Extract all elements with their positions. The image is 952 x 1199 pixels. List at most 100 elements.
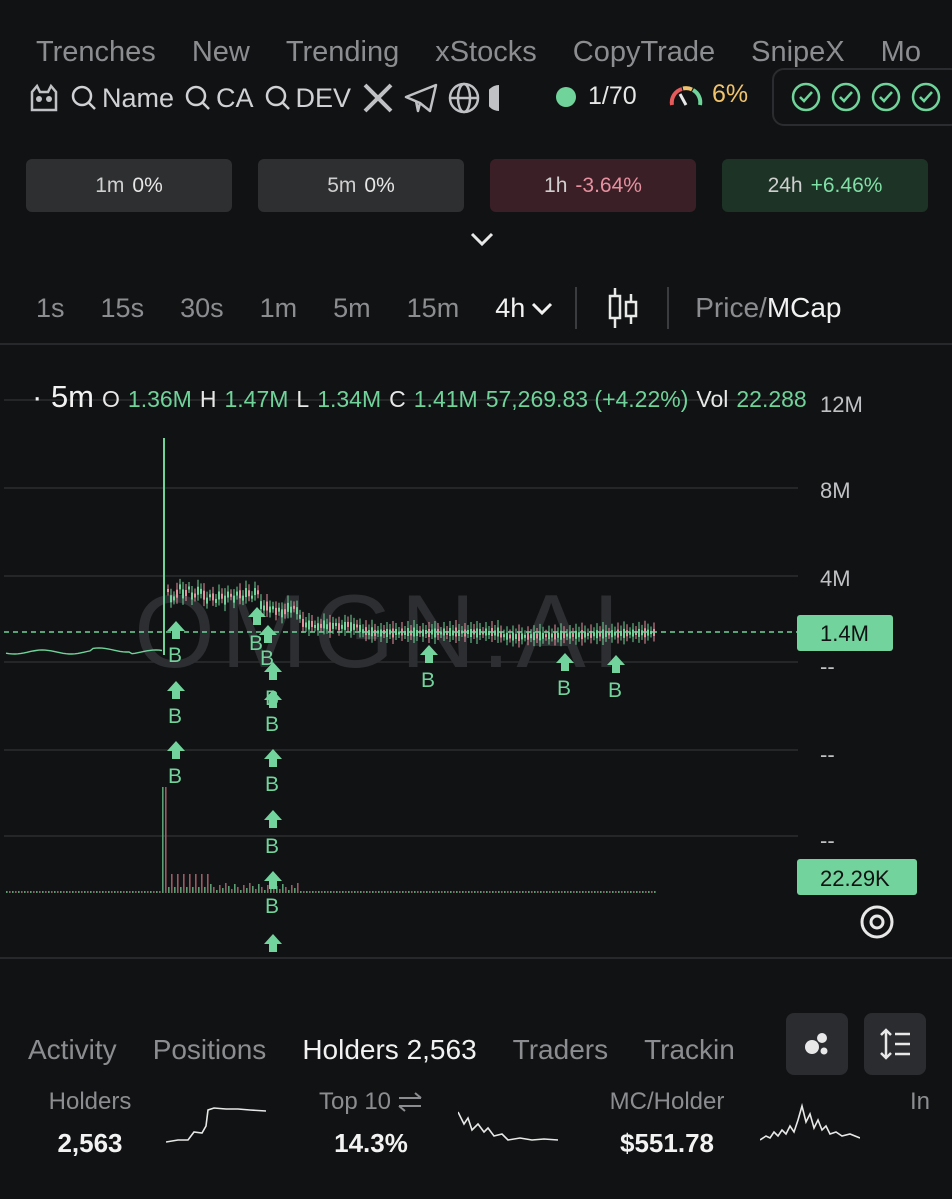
- volume-bar: [606, 891, 608, 893]
- timeframe-30s[interactable]: 30s: [180, 293, 224, 324]
- volume-bar: [615, 891, 617, 893]
- search-dev-filter[interactable]: DEV: [264, 82, 352, 114]
- price-chart[interactable]: OMGN.AI 12M 8M 4M -- -- -- 1.4M 22.29K B B B B B B B B B B…: [0, 343, 952, 959]
- chevron-down-icon[interactable]: [469, 230, 495, 248]
- candle-body: [332, 622, 334, 629]
- stat-24h[interactable]: 24h +6.46%: [722, 159, 928, 212]
- volume-bar: [435, 891, 437, 893]
- partial-icon[interactable]: [489, 83, 500, 113]
- timeframe-dropdown[interactable]: 4h: [495, 293, 553, 324]
- candle-body: [329, 622, 331, 632]
- volume-bar: [99, 891, 101, 893]
- candle-body: [641, 630, 643, 636]
- metric-top10[interactable]: Top 10 14.3%: [306, 1088, 436, 1159]
- candle-body: [200, 588, 202, 594]
- search-icon: [265, 85, 290, 110]
- candle-body: [188, 586, 190, 590]
- settings-icon-ring: [860, 905, 894, 939]
- stat-24h-value: +6.46%: [810, 173, 883, 197]
- volume-bar: [486, 891, 488, 893]
- volume-bar: [552, 891, 554, 893]
- stat-5m[interactable]: 5m 0%: [258, 159, 464, 212]
- volume-bar: [351, 891, 353, 893]
- candle-body: [284, 609, 286, 615]
- volume-bar: [75, 891, 77, 893]
- search-icon: [185, 85, 210, 110]
- volume-bar: [639, 891, 641, 893]
- candle-body: [293, 605, 295, 609]
- candle-body: [167, 589, 169, 592]
- security-checks[interactable]: [772, 68, 952, 126]
- volume-bar: [432, 891, 434, 893]
- buy-marker-label: B: [608, 679, 622, 702]
- metric-mc-holder-value: $551.78: [620, 1128, 714, 1158]
- tab-traders[interactable]: Traders: [513, 1034, 608, 1066]
- volume-bar: [327, 891, 329, 893]
- gauge-indicator: 6%: [668, 80, 748, 109]
- telegram-icon[interactable]: [403, 81, 439, 115]
- volume-bar: [336, 891, 338, 893]
- timeframe-15s[interactable]: 15s: [101, 293, 145, 324]
- nav-tab-trenches[interactable]: Trenches: [36, 36, 156, 76]
- candle-body: [614, 631, 616, 636]
- nav-tab-copytrade[interactable]: CopyTrade: [573, 36, 715, 76]
- legend-close-key: C: [389, 386, 406, 412]
- candle-body: [248, 590, 250, 597]
- nav-tab-xstocks[interactable]: xStocks: [435, 36, 537, 76]
- volume-bar: [555, 891, 557, 893]
- candle-body: [350, 622, 352, 632]
- tab-holders[interactable]: Holders 2,563: [302, 1034, 476, 1066]
- volume-bar: [339, 891, 341, 893]
- candle-body: [182, 589, 184, 599]
- timeframe-15m[interactable]: 15m: [407, 293, 460, 324]
- tab-activity[interactable]: Activity: [28, 1034, 117, 1066]
- globe-icon[interactable]: [447, 81, 481, 115]
- volume-bar: [180, 887, 182, 893]
- volume-bar: [414, 891, 416, 893]
- y-axis-label: 12M: [820, 392, 863, 417]
- volume-bar: [300, 891, 302, 893]
- volume-bar: [342, 891, 344, 893]
- candle-body: [572, 632, 574, 637]
- tab-positions[interactable]: Positions: [153, 1034, 267, 1066]
- volume-bar: [234, 884, 236, 893]
- volume-bar: [147, 891, 149, 893]
- volume-bar: [204, 887, 206, 893]
- price-mcap-toggle[interactable]: Price/MCap: [695, 292, 841, 324]
- candlestick-icon[interactable]: [607, 286, 639, 330]
- volume-bar: [408, 891, 410, 893]
- stat-24h-label: 24h: [767, 173, 803, 197]
- sort-button[interactable]: [864, 1013, 926, 1075]
- owl-icon[interactable]: [26, 80, 62, 116]
- settings-icon-core: [869, 914, 885, 930]
- volume-bar: [45, 891, 47, 893]
- chart-canvas[interactable]: OMGN.AI12M8M4M------1.4M22.29KBBBBBBBBBB…: [0, 345, 952, 957]
- candle-body: [209, 594, 211, 598]
- search-ca-filter[interactable]: CA: [184, 83, 254, 114]
- timeframe-1s[interactable]: 1s: [36, 293, 65, 324]
- stat-1m[interactable]: 1m 0%: [26, 159, 232, 212]
- search-name-filter[interactable]: Name: [70, 83, 174, 114]
- candle-body: [326, 624, 328, 630]
- nav-tab-trending[interactable]: Trending: [286, 36, 399, 76]
- timeframe-1m[interactable]: 1m: [260, 293, 298, 324]
- volume-bar: [612, 891, 614, 893]
- timeframe-5m[interactable]: 5m: [333, 293, 371, 324]
- volume-bar: [417, 891, 419, 893]
- volume-bar: [213, 887, 215, 893]
- nav-tab-new[interactable]: New: [192, 36, 250, 76]
- volume-bar: [87, 891, 89, 893]
- volume-bar: [111, 891, 113, 893]
- tab-tracking[interactable]: Trackin: [644, 1034, 735, 1066]
- stat-1h[interactable]: 1h -3.64%: [490, 159, 696, 212]
- volume-bar: [561, 891, 563, 893]
- search-dev-label: DEV: [295, 82, 352, 113]
- x-icon[interactable]: [361, 81, 395, 115]
- bubble-map-button[interactable]: [786, 1013, 848, 1075]
- volume-bar: [261, 887, 263, 893]
- timeframe-row: 1s 15s 30s 1m 5m 15m 4h Price/MCap: [36, 286, 842, 330]
- volume-bar: [9, 891, 11, 893]
- volume-bar: [498, 891, 500, 893]
- candle-body: [365, 627, 367, 636]
- volume-bar: [405, 891, 407, 893]
